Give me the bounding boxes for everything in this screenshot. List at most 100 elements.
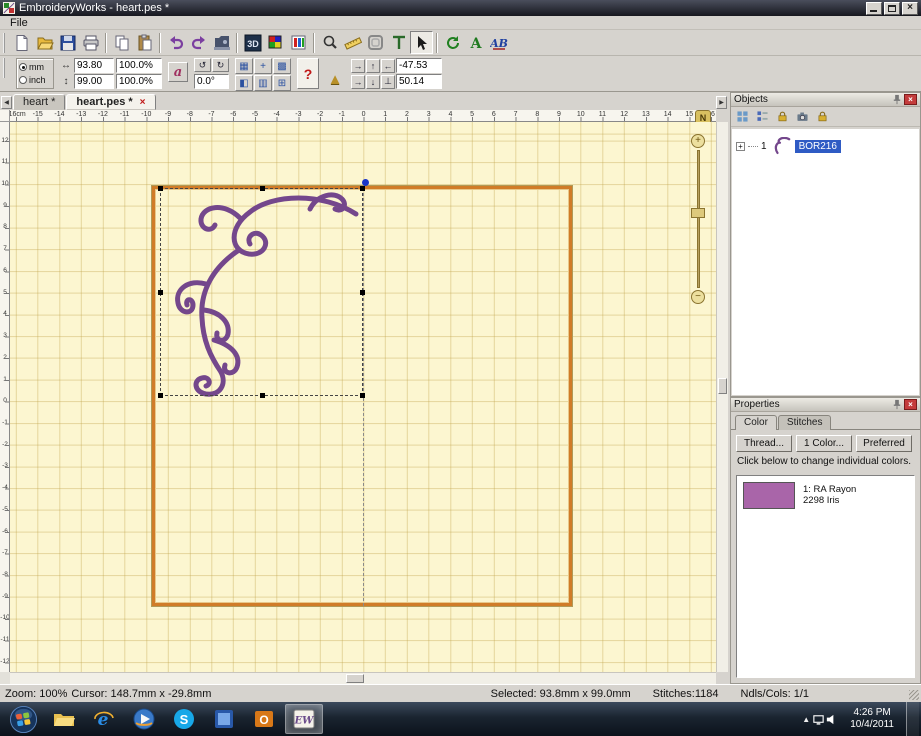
monogram-button[interactable]: AB <box>487 31 510 54</box>
height-input[interactable] <box>74 74 114 89</box>
object-label[interactable]: BOR216 <box>795 140 841 153</box>
design-canvas[interactable]: + − <box>10 122 716 672</box>
pin-icon[interactable] <box>892 399 902 410</box>
thread-button[interactable]: Thread... <box>736 435 792 452</box>
selection-handle-tl[interactable] <box>158 186 163 191</box>
lock-all-button[interactable] <box>773 109 791 125</box>
skype-taskbar-button[interactable]: S <box>165 704 203 734</box>
selection-handle-mr[interactable] <box>360 290 365 295</box>
rotate-cw-button[interactable]: ↻ <box>212 58 229 72</box>
density-button[interactable]: ▲ <box>325 58 345 89</box>
tab-heart-pes[interactable]: heart.pes *× <box>66 94 155 110</box>
width-input[interactable] <box>74 58 114 73</box>
select-button[interactable] <box>410 31 433 54</box>
expander-icon[interactable]: + <box>736 142 745 151</box>
selection-handle-tm[interactable] <box>260 186 265 191</box>
nudge-up-button[interactable]: ↑ <box>366 59 380 73</box>
color-list[interactable]: 1: RA Rayon 2298 Iris <box>736 475 915 678</box>
objects-panel-close-button[interactable]: × <box>904 94 917 105</box>
print-button[interactable] <box>79 31 102 54</box>
selection-handle-br[interactable] <box>360 393 365 398</box>
undo-button[interactable] <box>164 31 187 54</box>
color-swatch[interactable] <box>743 482 795 509</box>
refresh-button[interactable] <box>441 31 464 54</box>
thread-colors-button[interactable] <box>264 31 287 54</box>
internet-explorer-taskbar-button[interactable]: e <box>85 704 123 734</box>
paste-button[interactable] <box>133 31 156 54</box>
open-file-button[interactable] <box>33 31 56 54</box>
snapshot-button[interactable] <box>793 109 811 125</box>
selection-box[interactable] <box>160 188 363 396</box>
start-button[interactable] <box>7 703 39 735</box>
tab-scroll-right-button[interactable]: ▶ <box>716 96 727 109</box>
stitch-view-button[interactable]: ▦ <box>235 58 253 74</box>
unit-inch-radio[interactable]: inch <box>19 75 51 85</box>
contrast-view-button[interactable]: ◧ <box>235 75 253 91</box>
tab-heart[interactable]: heart * <box>13 94 65 110</box>
redo-button[interactable] <box>187 31 210 54</box>
align-right-button[interactable]: → <box>351 59 365 73</box>
embroideryworks-taskbar-button[interactable]: EW <box>285 704 323 734</box>
show-desktop-button[interactable] <box>906 702 919 736</box>
minimize-button[interactable] <box>866 2 882 15</box>
color-row[interactable]: 1: RA Rayon 2298 Iris <box>743 482 908 509</box>
selection-handle-tr[interactable] <box>360 186 365 191</box>
width-percent-input[interactable] <box>116 58 162 73</box>
pin-icon[interactable] <box>892 94 902 105</box>
resize-grip[interactable] <box>909 690 919 700</box>
list-view-button[interactable] <box>753 109 771 125</box>
lettering-button[interactable]: A <box>464 31 487 54</box>
send-to-machine-button[interactable] <box>210 31 233 54</box>
show-hidden-icons-button[interactable]: ▲ <box>800 715 812 724</box>
nudge-right-button[interactable]: → <box>351 75 365 89</box>
clock[interactable]: 4:26 PM 10/4/2011 <box>850 707 894 731</box>
selection-handle-bm[interactable] <box>260 393 265 398</box>
network-tray-icon[interactable] <box>812 713 825 726</box>
grid-setup-button[interactable] <box>387 31 410 54</box>
frame-view-button[interactable]: ⊞ <box>273 75 291 91</box>
zoom-out-button[interactable]: − <box>691 290 705 304</box>
selection-handle-ml[interactable] <box>158 290 163 295</box>
angle-input[interactable] <box>194 74 229 89</box>
new-file-button[interactable] <box>10 31 33 54</box>
vertical-scrollbar[interactable] <box>716 122 728 672</box>
align-left-button[interactable]: ← <box>381 59 395 73</box>
vertical-scrollbar-thumb[interactable] <box>718 378 727 394</box>
horizontal-scrollbar[interactable] <box>10 672 716 684</box>
rotate-ccw-button[interactable]: ↺ <box>194 58 211 72</box>
measure-button[interactable] <box>341 31 364 54</box>
volume-tray-icon[interactable] <box>825 713 838 726</box>
tab-scroll-left-button[interactable]: ◀ <box>1 96 12 109</box>
toolbar-grip[interactable] <box>3 33 7 53</box>
zoom-button[interactable] <box>318 31 341 54</box>
preferred-button[interactable]: Preferred <box>856 435 912 452</box>
app-taskbar-button[interactable] <box>205 704 243 734</box>
zoom-slider-track[interactable] <box>697 150 700 288</box>
object-item-row[interactable]: + 1 BOR216 <box>736 137 919 155</box>
outlook-taskbar-button[interactable]: O <box>245 704 283 734</box>
media-player-taskbar-button[interactable] <box>125 704 163 734</box>
horizontal-scrollbar-thumb[interactable] <box>346 674 364 683</box>
position-x-input[interactable] <box>396 58 442 73</box>
3d-view-button[interactable]: 3D <box>241 31 264 54</box>
zoom-slider-handle[interactable] <box>691 208 705 218</box>
zoom-in-button[interactable]: + <box>691 134 705 148</box>
skew-button[interactable]: a <box>168 62 188 82</box>
center-design-button[interactable]: + <box>254 58 272 74</box>
save-file-button[interactable] <box>56 31 79 54</box>
tab-stitches[interactable]: Stitches <box>778 415 832 430</box>
align-bottom-button[interactable]: ⊥ <box>381 75 395 89</box>
thumbnail-view-button[interactable] <box>733 109 751 125</box>
color-film-button[interactable] <box>287 31 310 54</box>
one-color-button[interactable]: 1 Color... <box>796 435 852 452</box>
hoop-button[interactable] <box>364 31 387 54</box>
nudge-down-button[interactable]: ↓ <box>366 75 380 89</box>
design-check-button[interactable]: ? <box>297 58 319 89</box>
unlock-all-button[interactable] <box>813 109 831 125</box>
mesh-view-button[interactable]: ▥ <box>254 75 272 91</box>
properties-panel-close-button[interactable]: × <box>904 399 917 410</box>
rotation-handle[interactable] <box>362 179 369 186</box>
copy-button[interactable] <box>110 31 133 54</box>
position-y-input[interactable] <box>396 74 442 89</box>
explorer-taskbar-button[interactable] <box>45 704 83 734</box>
